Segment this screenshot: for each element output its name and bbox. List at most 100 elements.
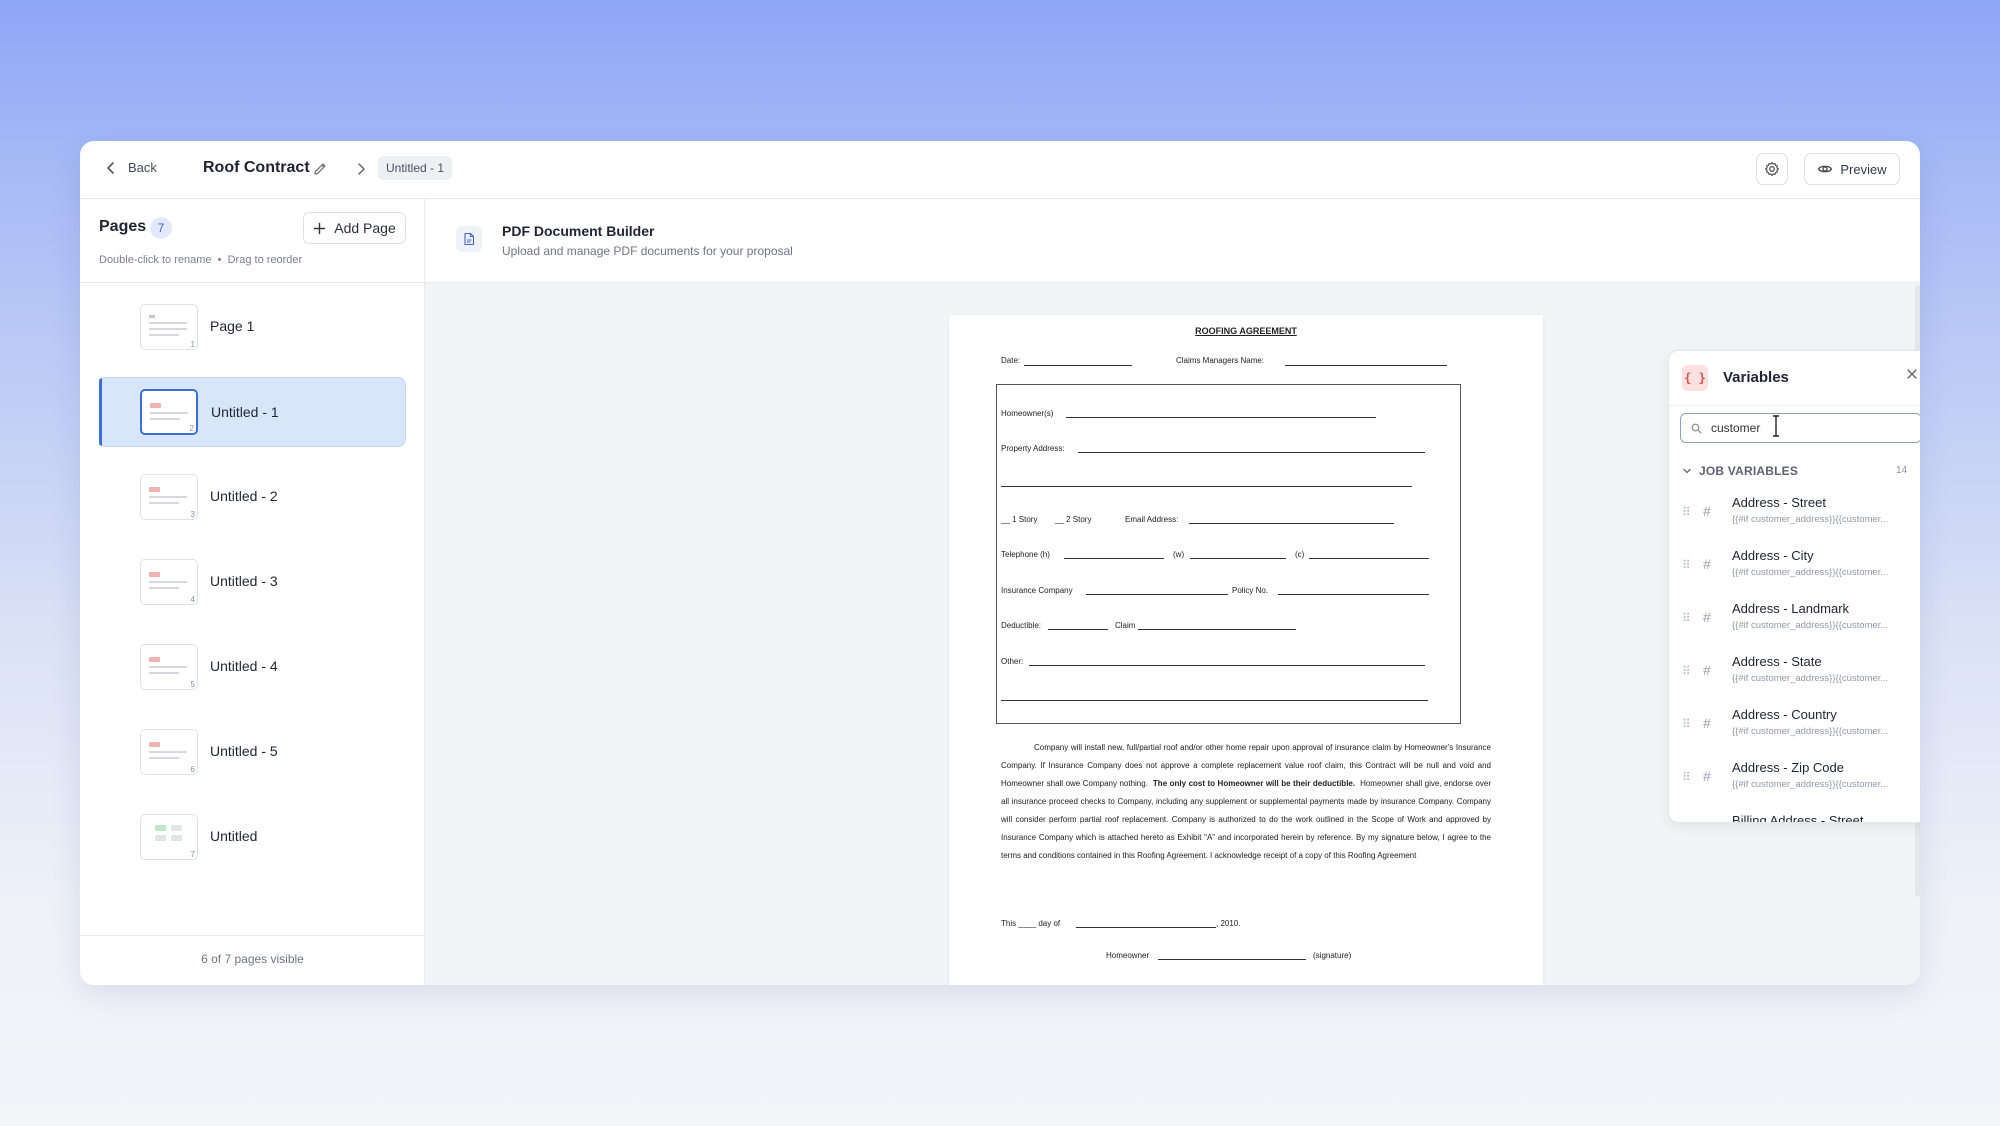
pages-sidebar: Pages 7 Add Page Double-click to rename … <box>80 199 425 985</box>
homeowner-signature-label: Homeowner <box>1106 951 1150 960</box>
page-item-untitled-5[interactable]: 6 Untitled - 5 <box>99 717 406 787</box>
drag-handle-icon[interactable]: ⠿ <box>1682 717 1691 731</box>
close-icon[interactable] <box>1905 367 1919 381</box>
eye-icon <box>1818 165 1833 173</box>
drag-handle-icon[interactable]: ⠿ <box>1682 611 1691 625</box>
preview-label: Preview <box>1840 161 1887 177</box>
page-label: Untitled - 1 <box>211 404 279 420</box>
story1-label: __ 1 Story <box>1001 515 1038 524</box>
pages-count-badge: 7 <box>150 217 172 239</box>
plus-icon <box>314 222 326 234</box>
hash-icon: # <box>1703 503 1711 519</box>
insurance-label: Insurance Company <box>1001 586 1073 595</box>
doc-heading: ROOFING AGREEMENT <box>1195 326 1297 336</box>
drag-handle-icon[interactable]: ⠿ <box>1682 558 1691 572</box>
hash-icon: # <box>1703 662 1711 678</box>
page-thumbnail: 2 <box>140 389 198 435</box>
drag-handle-icon[interactable]: ⠿ <box>1682 505 1691 519</box>
variables-group-label[interactable]: JOB VARIABLES <box>1699 464 1798 478</box>
hash-icon: # <box>1703 715 1711 731</box>
main-header: PDF Document Builder Upload and manage P… <box>425 199 1920 283</box>
builder-title: PDF Document Builder <box>502 223 655 239</box>
claims-label: Claims Managers Name: <box>1176 356 1265 365</box>
variables-search-input[interactable] <box>1680 413 1920 443</box>
hash-icon: # <box>1703 609 1711 625</box>
other-label: Other: <box>1001 657 1024 666</box>
page-item-untitled-1[interactable]: 2 Untitled - 1 <box>99 377 406 447</box>
back-button[interactable]: Back <box>104 160 157 175</box>
pages-title: Pages <box>99 218 147 235</box>
page-item-page-1[interactable]: 1 Page 1 <box>99 292 406 362</box>
variable-item[interactable]: ⠿ # Address - Country {{#if customer_add… <box>1669 707 1920 759</box>
page-thumbnail: 6 <box>140 729 198 775</box>
page-thumbnail: 7 <box>140 814 198 860</box>
agreement-paragraph: Company will install new, full/partial r… <box>1001 743 1491 860</box>
variable-item[interactable]: ⠿ # Address - Zip Code {{#if customer_ad… <box>1669 760 1920 812</box>
chevron-right-icon <box>358 163 365 175</box>
page-label: Untitled <box>210 828 258 844</box>
main-area: PDF Document Builder Upload and manage P… <box>425 199 1920 985</box>
document-title[interactable]: Roof Contract <box>203 159 310 177</box>
pages-hint: Double-click to rename • Drag to reorder <box>99 254 303 266</box>
page-thumbnail: 1 <box>140 304 198 350</box>
page-thumbnail: 3 <box>140 474 198 520</box>
telephone-label: Telephone (h) <box>1001 550 1050 559</box>
add-page-label: Add Page <box>334 220 396 236</box>
variable-item[interactable]: Billing Address - Street <box>1669 813 1920 822</box>
page-label: Untitled - 5 <box>210 743 278 759</box>
variables-panel: { } Variables JOB VARIABLES 14 ⠿ # Addre… <box>1668 350 1920 823</box>
page-label: Untitled - 4 <box>210 658 278 674</box>
chevron-down-icon[interactable] <box>1682 466 1692 476</box>
variable-item[interactable]: ⠿ # Address - Landmark {{#if customer_ad… <box>1669 601 1920 653</box>
variable-item[interactable]: ⠿ # Address - City {{#if customer_addres… <box>1669 548 1920 600</box>
top-bar: Back Roof Contract Untitled - 1 Preview <box>80 141 1920 199</box>
policy-label: Policy No. <box>1232 586 1269 595</box>
pages-footer: 6 of 7 pages visible <box>80 935 425 985</box>
preview-button[interactable]: Preview <box>1804 153 1900 185</box>
variables-group-count: 14 <box>1896 465 1908 476</box>
page-label: Untitled - 3 <box>210 573 278 589</box>
variable-item[interactable]: ⠿ # Address - Street {{#if customer_addr… <box>1669 495 1920 547</box>
page-label: Page 1 <box>210 318 255 334</box>
braces-icon: { } <box>1682 365 1708 391</box>
hash-icon: # <box>1703 556 1711 572</box>
page-item-untitled-4[interactable]: 5 Untitled - 4 <box>99 632 406 702</box>
page-item-untitled-3[interactable]: 4 Untitled - 3 <box>99 547 406 617</box>
hash-icon: # <box>1703 768 1711 784</box>
claim-label: Claim <box>1115 621 1136 630</box>
page-thumbnail: 5 <box>140 644 198 690</box>
drag-handle-icon[interactable]: ⠿ <box>1682 770 1691 784</box>
pencil-icon[interactable] <box>312 161 328 177</box>
page-item-untitled[interactable]: 7 Untitled <box>99 802 406 872</box>
drag-handle-icon[interactable]: ⠿ <box>1682 664 1691 678</box>
app-window: Back Roof Contract Untitled - 1 Preview … <box>80 141 1920 985</box>
property-label: Property Address: <box>1001 444 1065 453</box>
chevron-left-icon <box>107 161 114 174</box>
pages-header: Pages 7 Add Page Double-click to rename … <box>80 199 425 283</box>
file-icon <box>456 226 482 252</box>
add-page-button[interactable]: Add Page <box>303 212 406 244</box>
back-label: Back <box>128 160 157 175</box>
email-label: Email Address: <box>1125 515 1179 524</box>
this-day-label: This ____ day of <box>1001 919 1061 928</box>
w-label: (w) <box>1173 550 1185 559</box>
text-cursor-icon <box>1773 415 1779 437</box>
c-label: (c) <box>1295 550 1305 559</box>
variable-item[interactable]: ⠿ # Address - State {{#if customer_addre… <box>1669 654 1920 706</box>
variables-title: Variables <box>1723 369 1789 386</box>
search-icon <box>1691 423 1702 434</box>
builder-subtitle: Upload and manage PDF documents for your… <box>502 244 793 258</box>
pdf-page[interactable]: ROOFING AGREEMENT Date: Claims Managers … <box>949 315 1543 985</box>
deductible-label: Deductible: <box>1001 621 1042 630</box>
gear-icon <box>1764 161 1780 177</box>
signature-label: (signature) <box>1313 951 1352 960</box>
settings-button[interactable] <box>1756 153 1788 185</box>
year-label: , 2010. <box>1216 919 1241 928</box>
date-label: Date: <box>1001 356 1021 365</box>
breadcrumb-current-page[interactable]: Untitled - 1 <box>378 156 453 180</box>
info-box <box>996 384 1461 724</box>
story2-label: __ 2 Story <box>1055 515 1092 524</box>
homeowner-label: Homeowner(s) <box>1001 409 1054 418</box>
page-label: Untitled - 2 <box>210 488 278 504</box>
page-item-untitled-2[interactable]: 3 Untitled - 2 <box>99 462 406 532</box>
